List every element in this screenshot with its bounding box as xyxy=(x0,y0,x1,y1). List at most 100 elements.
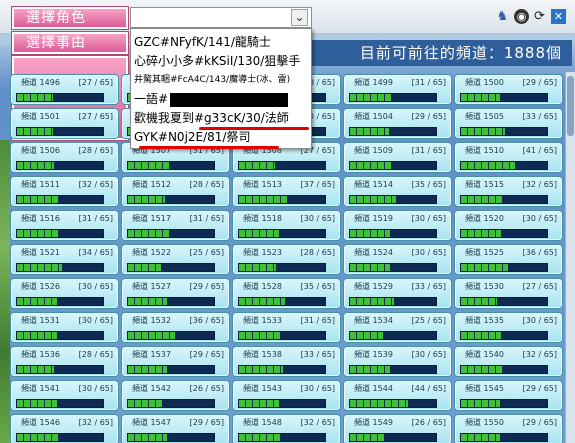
refresh-icon[interactable]: ⟳ xyxy=(532,9,547,24)
close-icon[interactable]: ✕ xyxy=(551,9,566,24)
channel-tile[interactable]: 頻道 1539 [30 / 65] xyxy=(343,346,452,377)
channel-tile[interactable]: 頻道 1512 [28 / 65] xyxy=(121,176,230,207)
channel-tile[interactable]: 頻道 1496 [27 / 65] xyxy=(10,74,119,105)
channel-label: 頻道 1509 [31 / 65] xyxy=(354,146,446,155)
channel-tile[interactable]: 頻道 1518 [30 / 65] xyxy=(232,210,341,241)
channel-tile[interactable]: 頻道 1542 [26 / 65] xyxy=(121,380,230,411)
channel-tile[interactable]: 頻道 1501 [27 / 65] xyxy=(10,108,119,139)
chevron-down-icon[interactable]: ⌄ xyxy=(291,9,308,26)
channel-load-bar xyxy=(349,433,437,442)
scrollbar-thumb[interactable] xyxy=(567,76,574,136)
channel-tile[interactable]: 頻道 1550 [29 / 65] xyxy=(454,414,563,443)
role-option-1[interactable]: GZC#NFyfK/141/龍騎士 xyxy=(134,33,271,51)
channel-load-bar xyxy=(349,263,437,272)
channel-tile[interactable]: 頻道 1531 [30 / 65] xyxy=(10,312,119,343)
channel-load-fill xyxy=(239,366,283,373)
channel-tile[interactable]: 頻道 1524 [30 / 65] xyxy=(343,244,452,275)
channel-load-bar xyxy=(127,263,215,272)
channel-tile[interactable]: 頻道 1534 [25 / 65] xyxy=(343,312,452,343)
channel-tile[interactable]: 頻道 1517 [31 / 65] xyxy=(121,210,230,241)
channel-count: [30 / 65] xyxy=(300,214,335,223)
channel-load-fill xyxy=(350,434,385,441)
channel-count: [25 / 65] xyxy=(189,248,224,257)
channel-load-bar xyxy=(349,399,437,408)
role-option-5[interactable]: 歡機我夏到#g33cK/30/法師 xyxy=(134,109,289,127)
globe-icon[interactable]: ◉ xyxy=(514,9,529,24)
channel-tile[interactable]: 頻道 1549 [26 / 65] xyxy=(343,414,452,443)
channel-load-bar xyxy=(349,331,437,340)
channel-tile[interactable]: 頻道 1541 [30 / 65] xyxy=(10,380,119,411)
channel-tile[interactable]: 頻道 1529 [33 / 65] xyxy=(343,278,452,309)
channel-tile[interactable]: 頻道 1514 [35 / 65] xyxy=(343,176,452,207)
channel-tile[interactable]: 頻道 1520 [30 / 65] xyxy=(454,210,563,241)
channel-tile[interactable]: 頻道 1530 [27 / 65] xyxy=(454,278,563,309)
channel-tile[interactable]: 頻道 1543 [30 / 65] xyxy=(232,380,341,411)
channel-tile[interactable]: 頻道 1509 [31 / 65] xyxy=(343,142,452,173)
channel-count: [33 / 65] xyxy=(300,350,335,359)
channel-label: 頻道 1517 [31 / 65] xyxy=(132,214,224,223)
channel-tile[interactable]: 頻道 1537 [29 / 65] xyxy=(121,346,230,377)
channel-tile[interactable]: 頻道 1538 [33 / 65] xyxy=(232,346,341,377)
channel-tile[interactable]: 頻道 1532 [36 / 65] xyxy=(121,312,230,343)
channel-tile[interactable]: 頻道 1505 [33 / 65] xyxy=(454,108,563,139)
channel-tile[interactable]: 頻道 1540 [32 / 65] xyxy=(454,346,563,377)
channel-load-bar xyxy=(238,331,326,340)
channel-load-fill xyxy=(239,400,279,407)
select-event-button[interactable]: 選擇事由 xyxy=(12,32,128,54)
channel-tile[interactable]: 頻道 1510 [41 / 65] xyxy=(454,142,563,173)
channel-load-bar xyxy=(127,331,215,340)
channel-tile[interactable]: 頻道 1500 [29 / 65] xyxy=(454,74,563,105)
channel-tile[interactable]: 頻道 1525 [36 / 65] xyxy=(454,244,563,275)
channel-tile[interactable]: 頻道 1546 [32 / 65] xyxy=(10,414,119,443)
channel-tile[interactable]: 頻道 1504 [29 / 65] xyxy=(343,108,452,139)
channel-count: [27 / 65] xyxy=(522,282,557,291)
channel-tile[interactable]: 頻道 1536 [28 / 65] xyxy=(10,346,119,377)
select-role-button[interactable]: 選擇角色 xyxy=(12,7,128,29)
role-select[interactable]: ⌄ xyxy=(130,7,312,28)
channel-tile[interactable]: 頻道 1506 [28 / 65] xyxy=(10,142,119,173)
channel-load-fill xyxy=(461,332,501,339)
channel-count: [32 / 65] xyxy=(522,350,557,359)
role-dropdown-list[interactable]: GZC#NFyfK/141/龍騎士 心碎小小多#kKSiI/130/狙擊手 井驁… xyxy=(130,28,312,149)
channel-count: [29 / 65] xyxy=(189,282,224,291)
chess-piece-icon[interactable]: ♞ xyxy=(495,9,510,24)
channel-tile[interactable]: 頻道 1522 [25 / 65] xyxy=(121,244,230,275)
channel-scrollbar[interactable] xyxy=(565,72,575,443)
channel-count: [28 / 65] xyxy=(300,248,335,257)
channel-load-fill xyxy=(350,298,394,305)
channel-tile[interactable]: 頻道 1544 [44 / 65] xyxy=(343,380,452,411)
channel-count: [31 / 65] xyxy=(189,214,224,223)
channel-tile[interactable]: 頻道 1513 [37 / 65] xyxy=(232,176,341,207)
channel-tile[interactable]: 頻道 1499 [31 / 65] xyxy=(343,74,452,105)
channel-count: [30 / 65] xyxy=(78,384,113,393)
channel-load-fill xyxy=(17,434,60,441)
channel-tile[interactable]: 頻道 1516 [31 / 65] xyxy=(10,210,119,241)
role-option-3[interactable]: 井驁其睏#FcA4C/143/魔導士(冰、雷) xyxy=(134,71,290,89)
channel-tile[interactable]: 頻道 1515 [32 / 65] xyxy=(454,176,563,207)
channel-count: [29 / 65] xyxy=(522,78,557,87)
channel-tile[interactable]: 頻道 1535 [30 / 65] xyxy=(454,312,563,343)
channel-label: 頻道 1545 [29 / 65] xyxy=(465,384,557,393)
channel-tile[interactable]: 頻道 1523 [28 / 65] xyxy=(232,244,341,275)
channel-load-fill xyxy=(350,264,390,271)
channel-tile[interactable]: 頻道 1519 [30 / 65] xyxy=(343,210,452,241)
channel-load-bar xyxy=(349,297,437,306)
channel-tile[interactable]: 頻道 1533 [31 / 65] xyxy=(232,312,341,343)
role-option-4[interactable]: 一語# xyxy=(134,90,289,108)
channel-count: [26 / 65] xyxy=(411,418,446,427)
channel-tile[interactable]: 頻道 1511 [32 / 65] xyxy=(10,176,119,207)
channel-load-bar xyxy=(16,433,104,442)
channel-tile[interactable]: 頻道 1528 [35 / 65] xyxy=(232,278,341,309)
channel-tile[interactable]: 頻道 1548 [32 / 65] xyxy=(232,414,341,443)
channel-tile[interactable]: 頻道 1545 [29 / 65] xyxy=(454,380,563,411)
channel-load-bar xyxy=(238,365,326,374)
channel-count: [29 / 65] xyxy=(189,350,224,359)
channel-tile[interactable]: 頻道 1526 [30 / 65] xyxy=(10,278,119,309)
role-option-6[interactable]: GYK#N0j2E/81/祭司 xyxy=(134,128,250,146)
channel-load-fill xyxy=(461,94,500,101)
channel-tile[interactable]: 頻道 1521 [34 / 65] xyxy=(10,244,119,275)
channel-load-fill xyxy=(17,230,59,237)
channel-tile[interactable]: 頻道 1547 [29 / 65] xyxy=(121,414,230,443)
role-option-2[interactable]: 心碎小小多#kKSiI/130/狙擊手 xyxy=(134,52,300,70)
channel-tile[interactable]: 頻道 1527 [29 / 65] xyxy=(121,278,230,309)
